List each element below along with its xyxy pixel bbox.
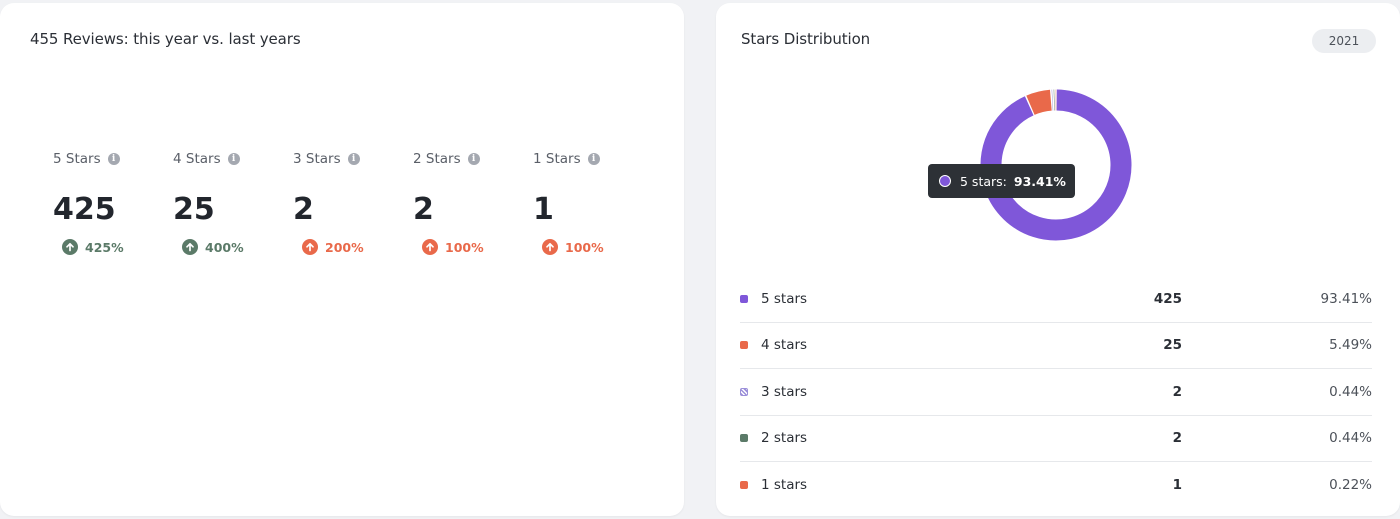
donut-slice-4-stars[interactable]: [1026, 89, 1053, 116]
stars-distribution-card: Stars Distribution 2021 5 stars: 93.41% …: [716, 3, 1400, 516]
stat-5-stars: 5 Stars i 425 425%: [53, 149, 163, 255]
legend-name: 1 stars: [761, 477, 808, 494]
stat-label: 4 Stars: [173, 151, 221, 167]
stat-change: 425%: [62, 239, 163, 255]
legend-row[interactable]: 3 stars 2 0.44%: [740, 369, 1372, 416]
stat-change-value: 100%: [445, 239, 484, 255]
legend-percent: 5.49%: [1329, 337, 1372, 354]
info-icon[interactable]: i: [107, 153, 120, 165]
stat-change: 100%: [542, 239, 643, 255]
stat-change: 400%: [182, 239, 283, 255]
legend-row[interactable]: 4 stars 25 5.49%: [740, 323, 1372, 369]
stat-value: 1: [533, 192, 554, 227]
tooltip-value: 93.41%: [1013, 173, 1066, 189]
info-icon[interactable]: i: [227, 153, 240, 165]
legend-count: 2: [1172, 430, 1182, 447]
reviews-card-title: 455 Reviews: this year vs. last years: [30, 30, 301, 48]
stat-change-value: 200%: [325, 239, 364, 255]
legend-percent: 0.44%: [1329, 383, 1372, 400]
legend-name: 3 stars: [761, 383, 808, 400]
stat-change: 200%: [302, 239, 403, 255]
chart-tooltip: 5 stars: 93.41%: [928, 164, 1075, 198]
stat-2-stars: 2 Stars i 2 100%: [413, 149, 523, 255]
legend-count: 2: [1172, 383, 1182, 400]
legend-color-dot: [740, 434, 748, 443]
tooltip-label: 5 stars:: [960, 173, 1007, 189]
year-selector-badge[interactable]: 2021: [1312, 29, 1376, 53]
legend-percent: 0.22%: [1329, 477, 1372, 494]
legend-color-dot: [740, 387, 748, 396]
legend-percent: 0.44%: [1329, 430, 1372, 447]
legend-name: 2 stars: [761, 430, 808, 447]
arrow-up-circle-icon: [422, 239, 438, 255]
stat-change: 100%: [422, 239, 523, 255]
arrow-up-circle-icon: [302, 239, 318, 255]
info-icon[interactable]: i: [347, 153, 360, 165]
info-icon[interactable]: i: [587, 153, 600, 165]
stat-value: 25: [173, 192, 215, 227]
stat-change-value: 100%: [565, 239, 604, 255]
legend-percent: 93.41%: [1320, 290, 1372, 307]
stat-4-stars: 4 Stars i 25 400%: [173, 149, 283, 255]
legend-name: 4 stars: [761, 337, 808, 354]
arrow-up-circle-icon: [182, 239, 198, 255]
stat-label: 2 Stars: [413, 151, 461, 167]
tooltip-color-dot: [939, 175, 951, 187]
stat-change-value: 400%: [205, 239, 244, 255]
stat-3-stars: 3 Stars i 2 200%: [293, 149, 403, 255]
legend-row[interactable]: 1 stars 1 0.22%: [740, 462, 1372, 509]
stat-label: 5 Stars: [53, 151, 101, 167]
legend-row[interactable]: 5 stars 425 93.41%: [740, 276, 1372, 323]
distribution-legend-table: 5 stars 425 93.41% 4 stars 25 5.49% 3 st…: [740, 276, 1372, 509]
legend-row[interactable]: 2 stars 2 0.44%: [740, 416, 1372, 462]
legend-count: 25: [1163, 337, 1182, 354]
stat-label: 3 Stars: [293, 151, 341, 167]
legend-color-dot: [740, 341, 748, 350]
arrow-up-circle-icon: [542, 239, 558, 255]
stat-change-value: 425%: [85, 239, 124, 255]
legend-count: 1: [1172, 477, 1182, 494]
legend-color-dot: [740, 294, 748, 303]
stat-value: 425: [53, 192, 116, 227]
distribution-card-title: Stars Distribution: [741, 30, 871, 48]
legend-color-dot: [740, 481, 748, 490]
info-icon[interactable]: i: [467, 153, 480, 165]
legend-name: 5 stars: [761, 290, 808, 307]
arrow-up-circle-icon: [62, 239, 78, 255]
legend-count: 425: [1153, 290, 1182, 307]
stat-value: 2: [413, 192, 434, 227]
reviews-comparison-card: 455 Reviews: this year vs. last years 5 …: [0, 3, 684, 516]
stat-1-stars: 1 Stars i 1 100%: [533, 149, 643, 255]
stat-label: 1 Stars: [533, 151, 581, 167]
stat-value: 2: [293, 192, 314, 227]
